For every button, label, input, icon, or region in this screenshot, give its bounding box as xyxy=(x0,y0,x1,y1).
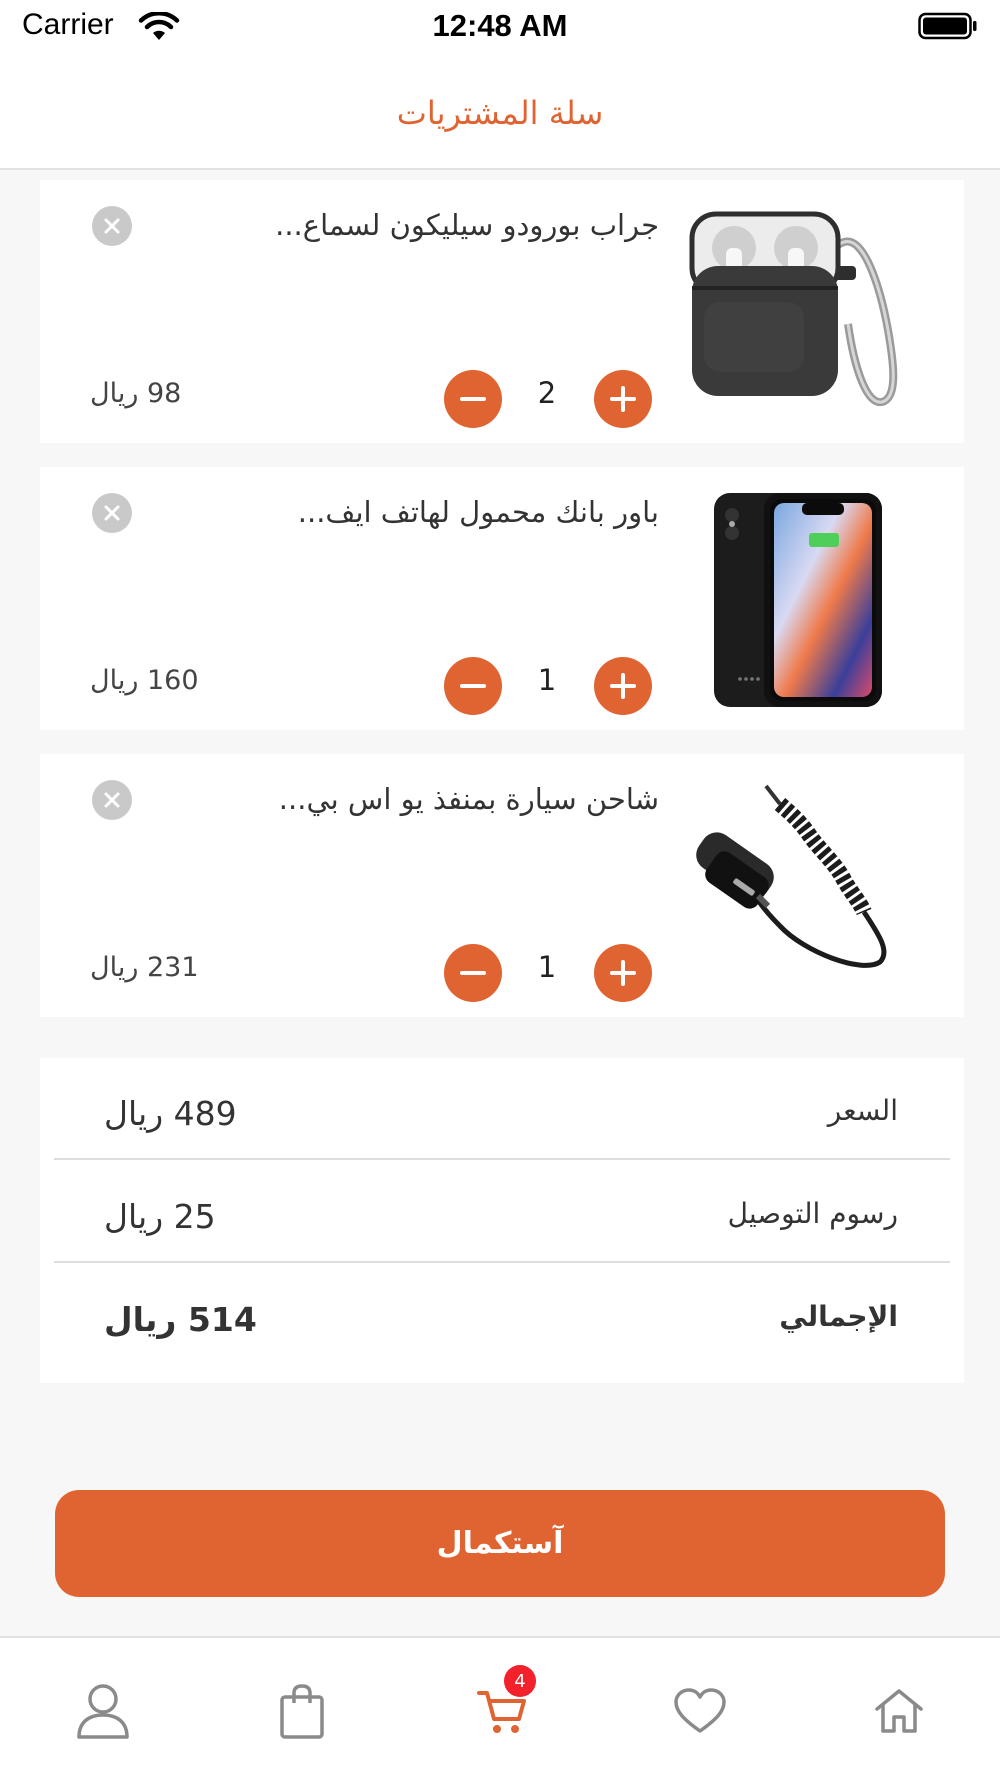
close-icon xyxy=(104,218,120,234)
cart-badge: 4 xyxy=(504,1665,536,1697)
tab-favorites[interactable] xyxy=(665,1676,735,1746)
decrease-quantity-button[interactable] xyxy=(444,657,502,715)
increase-quantity-button[interactable] xyxy=(594,370,652,428)
plus-icon xyxy=(610,673,636,699)
plus-icon xyxy=(610,960,636,986)
bottom-tab-bar: 4 xyxy=(0,1636,1000,1778)
product-name[interactable]: شاحن سيارة بمنفذ يو اس بي... xyxy=(219,782,659,816)
decrease-quantity-button[interactable] xyxy=(444,944,502,1002)
minus-icon xyxy=(460,397,486,401)
delivery-fee-row: رسوم التوصيل 25 ريال xyxy=(54,1161,950,1263)
product-name[interactable]: جراب بورودو سيليكون لسماع... xyxy=(219,208,659,242)
remove-item-button[interactable] xyxy=(92,493,132,533)
subtotal-label: السعر xyxy=(827,1094,898,1127)
quantity-value: 1 xyxy=(537,950,557,984)
status-bar: Carrier 12:48 AM xyxy=(0,0,1000,56)
decrease-quantity-button[interactable] xyxy=(444,370,502,428)
cart-item: شاحن سيارة بمنفذ يو اس بي... 1 231 ريال xyxy=(40,754,964,1017)
navigation-header: سلة المشتريات xyxy=(0,56,1000,170)
total-value: 514 ريال xyxy=(104,1300,257,1339)
minus-icon xyxy=(460,684,486,688)
quantity-value: 2 xyxy=(537,376,557,410)
increase-quantity-button[interactable] xyxy=(594,657,652,715)
delivery-fee-value: 25 ريال xyxy=(104,1197,216,1236)
tab-home[interactable] xyxy=(864,1676,934,1746)
delivery-fee-label: رسوم التوصيل xyxy=(727,1197,898,1230)
checkout-button[interactable]: آستكمال xyxy=(55,1490,945,1597)
tab-profile[interactable] xyxy=(68,1676,138,1746)
product-name[interactable]: باور بانك محمول لهاتف ايف... xyxy=(219,495,659,529)
airpods-case-image xyxy=(689,211,898,406)
phone-battery-case-image xyxy=(714,493,882,707)
item-price: 231 ريال xyxy=(90,952,199,983)
total-label: الإجمالي xyxy=(779,1300,898,1333)
total-row: الإجمالي 514 ريال xyxy=(54,1264,950,1366)
close-icon xyxy=(104,505,120,521)
bag-icon xyxy=(280,1684,324,1739)
car-charger-image xyxy=(696,784,887,968)
remove-item-button[interactable] xyxy=(92,780,132,820)
subtotal-value: 489 ريال xyxy=(104,1094,237,1133)
cart-item: جراب بورودو سيليكون لسماع... 2 98 ريال xyxy=(40,180,964,443)
close-icon xyxy=(104,792,120,808)
quantity-value: 1 xyxy=(537,663,557,697)
increase-quantity-button[interactable] xyxy=(594,944,652,1002)
remove-item-button[interactable] xyxy=(92,206,132,246)
profile-icon xyxy=(77,1684,129,1739)
plus-icon xyxy=(610,386,636,412)
battery-icon xyxy=(918,12,977,40)
home-icon xyxy=(875,1689,923,1733)
cart-item: باور بانك محمول لهاتف ايف... 1 160 ريال xyxy=(40,467,964,730)
order-summary: السعر 489 ريال رسوم التوصيل 25 ريال الإج… xyxy=(40,1058,964,1383)
item-price: 160 ريال xyxy=(90,665,199,696)
page-title: سلة المشتريات xyxy=(396,94,604,132)
tab-orders[interactable] xyxy=(267,1676,337,1746)
subtotal-row: السعر 489 ريال xyxy=(54,1058,950,1160)
clock: 12:48 AM xyxy=(432,8,568,43)
heart-icon xyxy=(674,1688,726,1733)
item-price: 98 ريال xyxy=(90,378,182,409)
minus-icon xyxy=(460,971,486,975)
